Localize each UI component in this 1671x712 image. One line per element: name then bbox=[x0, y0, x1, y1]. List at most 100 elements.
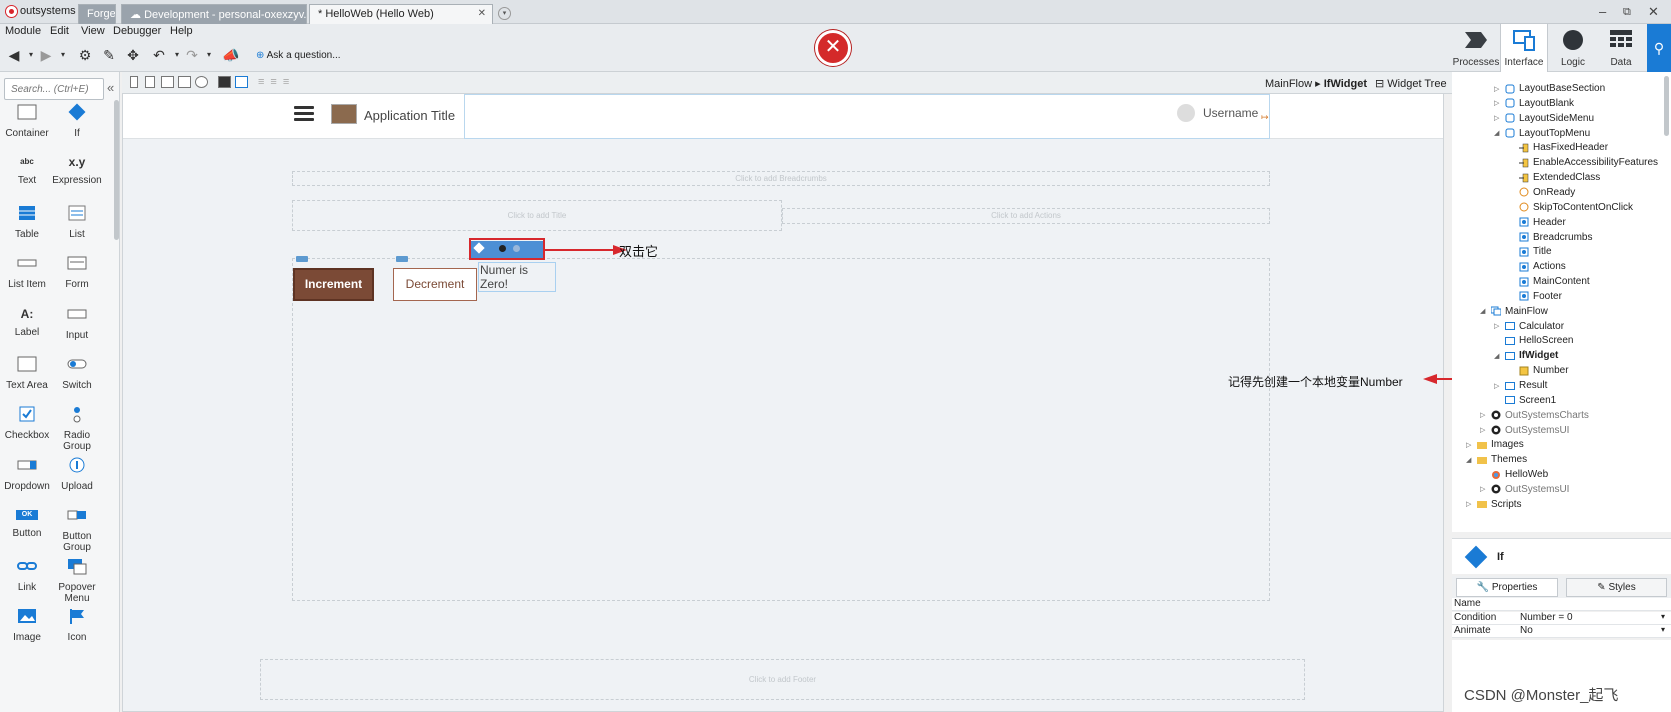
tree-node-label: Actions bbox=[1533, 261, 1566, 273]
tab-styles[interactable]: ✎ Styles bbox=[1566, 578, 1667, 597]
annotation-arrows bbox=[545, 245, 1598, 395]
property-row-condition[interactable]: Condition Number = 0 ▾ bbox=[1452, 611, 1671, 625]
property-key: Name bbox=[1454, 598, 1481, 609]
property-row-animate[interactable]: Animate No ▾ bbox=[1452, 625, 1671, 638]
expand-arrow-icon[interactable]: ▷ bbox=[1466, 500, 1473, 508]
tree-node-label: Breadcrumbs bbox=[1533, 231, 1593, 243]
tree-node-label: Scripts bbox=[1491, 498, 1522, 510]
placeholder-icon bbox=[1519, 291, 1529, 301]
theme-icon bbox=[1491, 470, 1501, 480]
local-variable-icon bbox=[1519, 366, 1529, 376]
tree-node[interactable]: HelloScreen bbox=[1494, 335, 1573, 346]
tree-node[interactable]: Breadcrumbs bbox=[1508, 232, 1592, 243]
tree-node[interactable]: ▷ Images bbox=[1466, 439, 1524, 450]
expand-arrow-icon[interactable]: ◢ bbox=[1466, 456, 1473, 464]
expand-arrow-icon[interactable]: ▷ bbox=[1494, 382, 1501, 390]
tree-node[interactable]: OnReady bbox=[1508, 187, 1575, 198]
tab-styles-label: Styles bbox=[1608, 582, 1636, 593]
placeholder-icon bbox=[1519, 232, 1529, 242]
property-value[interactable]: Number = 0 bbox=[1520, 612, 1573, 623]
tree-node-label: OutSystemsCharts bbox=[1505, 409, 1589, 421]
property-row-name[interactable]: Name bbox=[1452, 598, 1671, 611]
module-icon bbox=[1491, 425, 1501, 435]
input-param-icon bbox=[1519, 143, 1529, 153]
double-click-annotation: 双击它 bbox=[619, 244, 659, 259]
expand-arrow-icon[interactable]: ◢ bbox=[1494, 129, 1501, 137]
layout-icon bbox=[1505, 84, 1515, 94]
tree-node[interactable]: ▷ OutSystemsCharts bbox=[1480, 410, 1589, 421]
tree-node[interactable]: ▷ LayoutBlank bbox=[1494, 98, 1574, 109]
tree-node[interactable]: ◢ Themes bbox=[1466, 454, 1527, 465]
tree-node[interactable]: Actions bbox=[1508, 261, 1566, 272]
tree-node[interactable]: ▷ Result bbox=[1494, 380, 1547, 391]
screen-icon bbox=[1505, 336, 1515, 346]
tree-node-label: Number bbox=[1533, 365, 1569, 377]
expand-arrow-icon[interactable]: ◢ bbox=[1494, 352, 1501, 360]
tree-node[interactable]: Header bbox=[1508, 217, 1566, 228]
tree-node[interactable]: ▷ OutSystemsUI bbox=[1480, 425, 1569, 436]
expand-arrow-icon[interactable]: ▷ bbox=[1480, 411, 1487, 419]
tree-node[interactable]: Number bbox=[1508, 365, 1569, 376]
expand-arrow-icon[interactable]: ▷ bbox=[1494, 85, 1501, 93]
tree-node[interactable]: ◢ MainFlow bbox=[1480, 306, 1548, 317]
module-icon bbox=[1491, 484, 1501, 494]
layout-icon bbox=[1505, 128, 1515, 138]
expand-arrow-icon[interactable]: ▷ bbox=[1494, 114, 1501, 122]
tree-node-label: Images bbox=[1491, 439, 1524, 451]
tab-properties[interactable]: 🔧 Properties bbox=[1456, 578, 1558, 597]
placeholder-icon bbox=[1519, 262, 1529, 272]
tree-node-label: Footer bbox=[1533, 290, 1562, 302]
tree-node[interactable]: Title bbox=[1508, 246, 1552, 257]
tree-node[interactable]: ExtendedClass bbox=[1508, 172, 1600, 183]
screen-icon bbox=[1505, 381, 1515, 391]
tree-node-label: Themes bbox=[1491, 454, 1528, 466]
screen-icon bbox=[1505, 351, 1515, 361]
tree-node[interactable]: ▷ LayoutSideMenu bbox=[1494, 113, 1594, 124]
tree-node-label: Title bbox=[1533, 246, 1552, 258]
tree-node-label: HelloScreen bbox=[1519, 335, 1574, 347]
tree-node[interactable]: HelloWeb bbox=[1480, 469, 1548, 480]
expand-arrow-icon[interactable]: ▷ bbox=[1494, 322, 1501, 330]
tree-node-label: OutSystemsUI bbox=[1505, 424, 1570, 436]
tree-node-label: Calculator bbox=[1519, 320, 1565, 332]
dropdown-icon[interactable]: ▾ bbox=[1661, 625, 1665, 634]
tree-node[interactable]: ▷ OutSystemsUI bbox=[1480, 484, 1569, 495]
expand-arrow-icon[interactable]: ▷ bbox=[1480, 485, 1487, 493]
tree-node-label: Header bbox=[1533, 216, 1566, 228]
tree-node[interactable]: EnableAccessibilityFeatures bbox=[1508, 157, 1658, 168]
tree-node-label: ExtendedClass bbox=[1533, 172, 1601, 184]
flow-icon bbox=[1491, 306, 1501, 316]
tree-node-label: MainContent bbox=[1533, 276, 1590, 288]
tree-node[interactable]: ▷ LayoutBaseSection bbox=[1494, 83, 1605, 94]
tree-node[interactable]: ◢ IfWidget bbox=[1494, 350, 1558, 361]
tree-node-label: Result bbox=[1519, 380, 1548, 391]
tree-node[interactable]: Screen1 bbox=[1494, 395, 1556, 406]
tree-node-label: HasFixedHeader bbox=[1533, 142, 1609, 154]
selected-widget-name: If bbox=[1497, 551, 1504, 563]
tree-node[interactable]: ▷ Scripts bbox=[1466, 499, 1522, 510]
tree-node[interactable]: ▷ Calculator bbox=[1494, 321, 1564, 332]
input-param-icon bbox=[1519, 158, 1529, 168]
tree-node[interactable]: ◢ LayoutTopMenu bbox=[1494, 128, 1590, 139]
event-icon bbox=[1519, 187, 1529, 197]
tree-node-label: LayoutSideMenu bbox=[1519, 112, 1595, 124]
tree-node[interactable]: MainContent bbox=[1508, 276, 1590, 287]
expand-arrow-icon[interactable]: ▷ bbox=[1480, 426, 1487, 434]
tree-node[interactable]: SkipToContentOnClick bbox=[1508, 202, 1633, 213]
expand-arrow-icon[interactable]: ▷ bbox=[1466, 441, 1473, 449]
module-icon bbox=[1491, 410, 1501, 420]
create-variable-annotation: 记得先创建一个本地变量Number bbox=[1228, 375, 1403, 389]
folder-icon bbox=[1477, 499, 1487, 509]
expand-arrow-icon[interactable]: ▷ bbox=[1494, 99, 1501, 107]
dropdown-icon[interactable]: ▾ bbox=[1661, 612, 1665, 621]
placeholder-icon bbox=[1519, 277, 1529, 287]
property-value[interactable]: No bbox=[1520, 625, 1533, 636]
tree-node-label: LayoutBlank bbox=[1519, 97, 1575, 109]
screen-icon bbox=[1505, 395, 1515, 405]
tree-node-label: Screen1 bbox=[1519, 394, 1557, 406]
tree-scrollbar[interactable] bbox=[1664, 76, 1669, 136]
tree-node[interactable]: HasFixedHeader bbox=[1508, 142, 1608, 153]
tree-node[interactable]: Footer bbox=[1508, 291, 1562, 302]
expand-arrow-icon[interactable]: ◢ bbox=[1480, 307, 1487, 315]
if-icon bbox=[1464, 545, 1488, 569]
